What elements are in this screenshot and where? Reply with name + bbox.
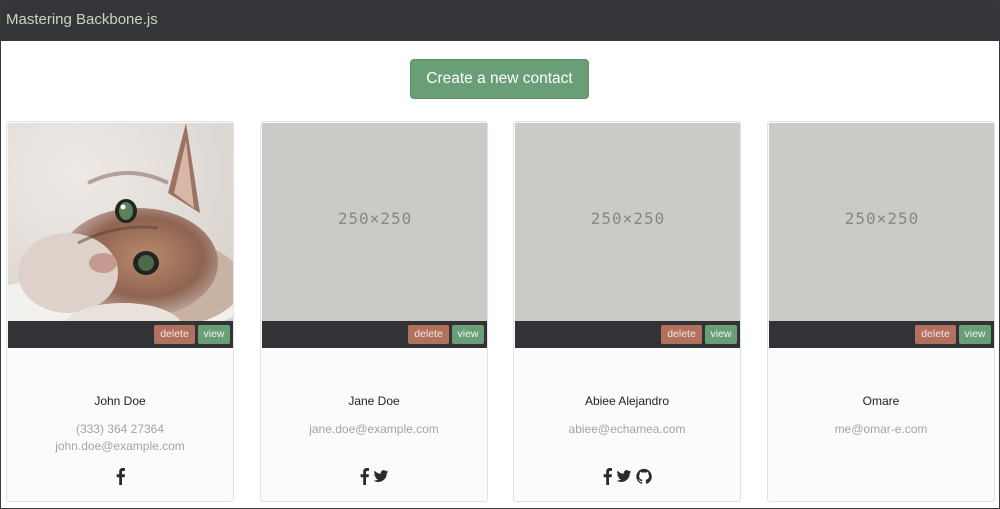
view-button[interactable]: view xyxy=(198,325,230,344)
delete-button[interactable]: delete xyxy=(408,325,449,344)
github-icon[interactable] xyxy=(635,468,652,485)
contact-name: John Doe xyxy=(94,394,146,408)
card-actions: delete view xyxy=(769,321,994,348)
contact-name: Jane Doe xyxy=(348,394,400,408)
view-button[interactable]: view xyxy=(959,325,991,344)
create-contact-button[interactable]: Create a new contact xyxy=(410,59,589,99)
delete-button[interactable]: delete xyxy=(154,325,195,344)
avatar-placeholder: 250×250 xyxy=(337,209,413,228)
contact-email: me@omar-e.com xyxy=(834,422,928,436)
facebook-icon[interactable] xyxy=(116,468,125,485)
social-links xyxy=(7,468,233,486)
navbar: Mastering Backbone.js xyxy=(1,1,999,41)
card-actions: delete view xyxy=(515,321,740,348)
social-links xyxy=(261,468,487,486)
view-button[interactable]: view xyxy=(705,325,737,344)
contact-phone: (333) 364 27364 xyxy=(75,422,165,436)
delete-button[interactable]: delete xyxy=(915,325,956,344)
facebook-icon[interactable] xyxy=(603,468,612,485)
brand-link[interactable]: Mastering Backbone.js xyxy=(6,11,158,28)
contact-email: john.doe@example.com xyxy=(55,439,185,453)
contact-email: abiee@echamea.com xyxy=(568,422,686,436)
avatar-placeholder: 250×250 xyxy=(844,209,920,228)
contact-card: 250×250 delete view Abiee Alejandro abie… xyxy=(513,121,741,502)
contact-avatar: 250×250 xyxy=(262,123,487,321)
contact-avatar: 250×250 xyxy=(769,123,994,321)
contact-card: 250×250 delete view Jane Doe jane.doe@ex… xyxy=(260,121,488,502)
page: Mastering Backbone.js Create a new conta… xyxy=(0,0,1000,509)
card-actions: delete view xyxy=(8,321,233,348)
twitter-icon[interactable] xyxy=(616,468,632,485)
contact-email: jane.doe@example.com xyxy=(309,422,439,436)
social-links xyxy=(514,468,740,486)
contact-avatar: 250×250 xyxy=(515,123,740,321)
contact-card: delete view John Doe (333) 364 27364 joh… xyxy=(6,121,234,502)
contact-avatar xyxy=(8,123,233,321)
kitten-photo xyxy=(8,123,233,321)
avatar-placeholder: 250×250 xyxy=(590,209,666,228)
delete-button[interactable]: delete xyxy=(661,325,702,344)
view-button[interactable]: view xyxy=(452,325,484,344)
card-actions: delete view xyxy=(262,321,487,348)
twitter-icon[interactable] xyxy=(373,468,389,485)
contact-name: Abiee Alejandro xyxy=(584,394,670,408)
facebook-icon[interactable] xyxy=(360,468,369,485)
contact-card: 250×250 delete view Omare me@omar-e.com xyxy=(767,121,995,502)
contact-name: Omare xyxy=(862,394,900,408)
